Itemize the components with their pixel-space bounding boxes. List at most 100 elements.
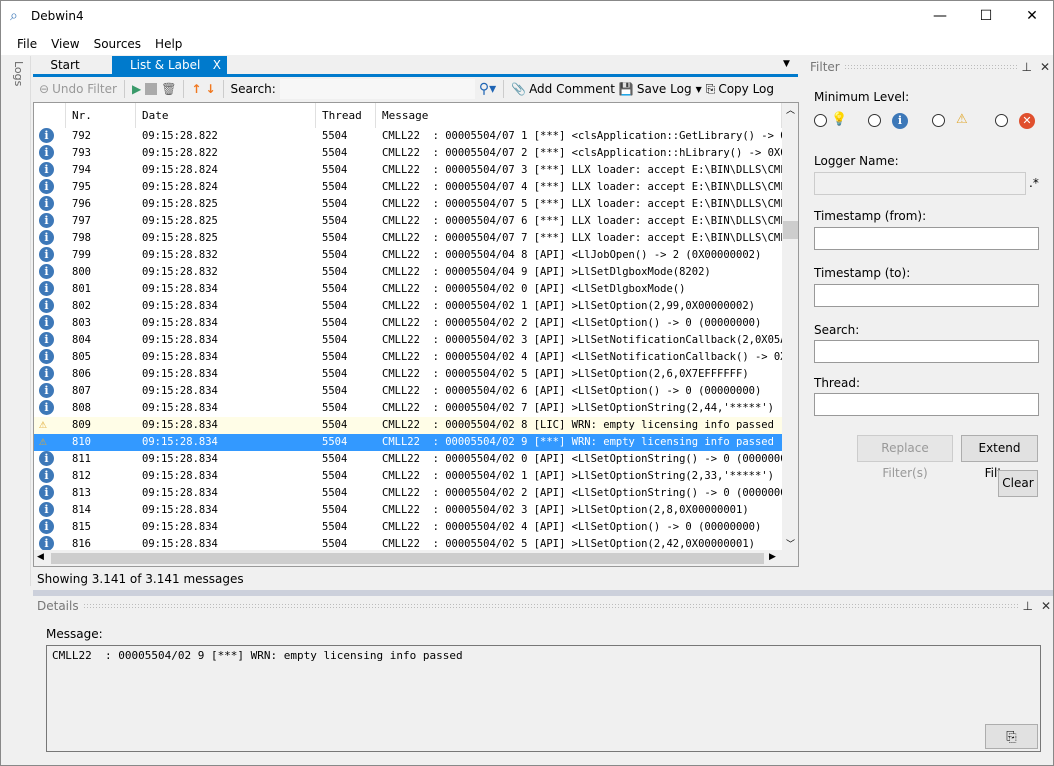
menu-help[interactable]: Help [148, 34, 189, 54]
table-row[interactable]: i 795 09:15:28.824 5504 CMLL22 : 00005504/07… [34, 179, 798, 196]
minimize-button[interactable]: — [917, 1, 963, 31]
close-button[interactable]: ✕ [1009, 1, 1054, 31]
table-row[interactable]: i 803 09:15:28.834 5504 CMLL22 : 00005504/02… [34, 315, 782, 332]
warning-icon: ⚠ [39, 417, 47, 432]
table-row[interactable]: i 793 09:15:28.822 5504 CMLL22 : 00005504/07… [34, 145, 798, 162]
side-tab-logs[interactable]: Logs [5, 61, 25, 101]
maximize-button[interactable]: ☐ [963, 1, 1009, 31]
timestamp-from-input[interactable] [814, 227, 1039, 250]
table-row[interactable]: i 813 09:15:28.834 5504 CMLL22 : 00005504/02… [34, 485, 798, 502]
extend-filter-button[interactable]: Extend Filter [961, 435, 1038, 480]
table-row[interactable]: i 801 09:15:28.834 5504 CMLL22 : 00005504/02… [34, 281, 782, 298]
filter-search-input[interactable] [814, 340, 1039, 363]
table-row[interactable]: i 794 09:15:28.824 5504 CMLL22 : 00005504/07… [34, 162, 798, 179]
save-dropdown-icon[interactable]: ▼ [696, 85, 702, 94]
table-row[interactable]: i 800 09:15:28.832 5504 CMLL22 : 00005504/04… [34, 264, 782, 281]
menu-view[interactable]: View [44, 34, 86, 54]
cell-thread: 5504 [322, 300, 348, 312]
radio-debug[interactable] [814, 114, 827, 127]
menu-sources[interactable]: Sources [87, 34, 148, 54]
save-log-button[interactable]: 💾 Save Log [619, 82, 692, 96]
table-row[interactable]: i 811 09:15:28.834 5504 CMLL22 : 00005504/02… [34, 451, 798, 468]
scroll-up-icon[interactable]: ︿ [782, 103, 798, 116]
replace-filter-button[interactable]: Replace Filter(s) [857, 435, 953, 480]
table-row[interactable]: i 806 09:15:28.834 5504 CMLL22 : 00005504/02… [34, 366, 782, 383]
header-thread[interactable]: Thread [316, 103, 376, 128]
panel-splitter[interactable] [33, 590, 1053, 596]
table-row[interactable]: i 805 09:15:28.834 5504 CMLL22 : 00005504/02… [34, 349, 798, 366]
table-row[interactable]: i 802 09:15:28.834 5504 CMLL22 : 00005504/02… [34, 298, 782, 315]
table-row[interactable]: i 797 09:15:28.825 5504 CMLL22 : 00005504/07… [34, 213, 798, 230]
add-comment-button[interactable]: 📎 Add Comment [511, 82, 615, 96]
message-text: CMLL22 : 00005504/02 9 [***] WRN: empty … [52, 649, 463, 662]
table-row[interactable]: i 814 09:15:28.834 5504 CMLL22 : 00005504/02… [34, 502, 782, 519]
search-icon[interactable]: ⚲▾ [479, 81, 496, 97]
header-message[interactable]: Message [376, 103, 782, 128]
vertical-scrollbar[interactable]: ︿ ﹀ [782, 103, 798, 550]
thread-input[interactable] [814, 393, 1039, 416]
close-panel-icon[interactable]: ✕ [1040, 60, 1050, 74]
undo-filter-button[interactable]: ⊖ Undo Filter [39, 82, 117, 96]
trash-icon[interactable]: 🗑 [161, 82, 176, 96]
cell-nr: 808 [72, 402, 91, 414]
header-nr[interactable]: Nr. [66, 103, 136, 128]
cell-thread: 5504 [322, 470, 348, 482]
table-row[interactable]: ⚠ 810 09:15:28.834 5504 CMLL22 : 00005504/02… [34, 434, 782, 451]
table-row[interactable]: i 808 09:15:28.834 5504 CMLL22 : 00005504/02… [34, 400, 782, 417]
arrow-down-icon[interactable]: ↓ [205, 82, 215, 96]
radio-error[interactable] [995, 114, 1008, 127]
min-level-label: Minimum Level: [814, 90, 910, 104]
stop-icon[interactable] [145, 83, 158, 95]
table-row[interactable]: i 798 09:15:28.825 5504 CMLL22 : 00005504/07… [34, 230, 798, 247]
table-row[interactable]: ⚠ 809 09:15:28.834 5504 CMLL22 : 00005504/02… [34, 417, 782, 434]
info-icon: i [39, 281, 54, 296]
copy-log-button[interactable]: ⎘ Copy Log [706, 82, 774, 97]
cell-nr: 804 [72, 334, 91, 346]
scroll-down-icon[interactable]: ﹀ [782, 537, 798, 550]
scroll-left-icon[interactable]: ◀ [37, 552, 44, 562]
header-date[interactable]: Date [136, 103, 316, 128]
info-icon: i [39, 247, 54, 262]
close-panel-icon[interactable]: ✕ [1041, 599, 1051, 613]
cell-date: 09:15:28.834 [142, 351, 218, 363]
separator [123, 80, 125, 98]
tab-list-label[interactable]: List & Label X [112, 56, 227, 75]
scroll-right-icon[interactable]: ▶ [769, 552, 776, 562]
scroll-thumb[interactable] [783, 221, 798, 239]
menu-file[interactable]: File [10, 34, 44, 54]
close-tab-icon[interactable]: X [213, 58, 221, 72]
cell-nr: 800 [72, 266, 91, 278]
logger-name-input[interactable] [814, 172, 1026, 195]
table-row[interactable]: i 796 09:15:28.825 5504 CMLL22 : 00005504/07… [34, 196, 798, 213]
clear-button[interactable]: Clear [998, 470, 1038, 497]
info-icon: i [39, 349, 54, 364]
table-row[interactable]: i 799 09:15:28.832 5504 CMLL22 : 00005504/04… [34, 247, 782, 264]
table-row[interactable]: i 812 09:15:28.834 5504 CMLL22 : 00005504/02… [34, 468, 782, 485]
cell-nr: 799 [72, 249, 91, 261]
arrow-up-icon[interactable]: ↑ [191, 82, 201, 96]
info-icon: i [39, 451, 54, 466]
copy-message-button[interactable]: ⎘ [985, 724, 1038, 749]
play-icon[interactable]: ▶ [132, 82, 141, 96]
table-row[interactable]: i 807 09:15:28.834 5504 CMLL22 : 00005504/02… [34, 383, 782, 400]
table-row[interactable]: i 804 09:15:28.834 5504 CMLL22 : 00005504/02… [34, 332, 798, 349]
message-box[interactable]: CMLL22 : 00005504/02 9 [***] WRN: empty … [46, 645, 1041, 752]
radio-warning[interactable] [932, 114, 945, 127]
pin-icon[interactable]: ⊥ [1021, 60, 1031, 74]
cell-thread: 5504 [322, 283, 348, 295]
radio-info[interactable] [868, 114, 881, 127]
search-input[interactable] [279, 79, 475, 99]
hscroll-thumb[interactable] [51, 553, 764, 564]
cell-date: 09:15:28.834 [142, 453, 218, 465]
cell-message: CMLL22 : 00005504/02 5 [API] >LlSetOptio… [382, 368, 749, 380]
table-row[interactable]: i 815 09:15:28.834 5504 CMLL22 : 00005504/02… [34, 519, 782, 536]
tab-start[interactable]: Start [35, 56, 95, 75]
tab-dropdown-icon[interactable]: ▼ [783, 59, 790, 69]
horizontal-scrollbar[interactable]: ◀ ▶ [34, 550, 798, 566]
timestamp-to-input[interactable] [814, 284, 1039, 307]
pin-icon[interactable]: ⊥ [1022, 599, 1032, 613]
table-row[interactable]: i 792 09:15:28.822 5504 CMLL22 : 00005504/07… [34, 128, 798, 145]
cell-thread: 5504 [322, 385, 348, 397]
cell-message: CMLL22 : 00005504/02 2 [API] <LlSetOptio… [382, 317, 762, 329]
cell-message: CMLL22 : 00005504/02 3 [API] >LlSetOptio… [382, 504, 749, 516]
